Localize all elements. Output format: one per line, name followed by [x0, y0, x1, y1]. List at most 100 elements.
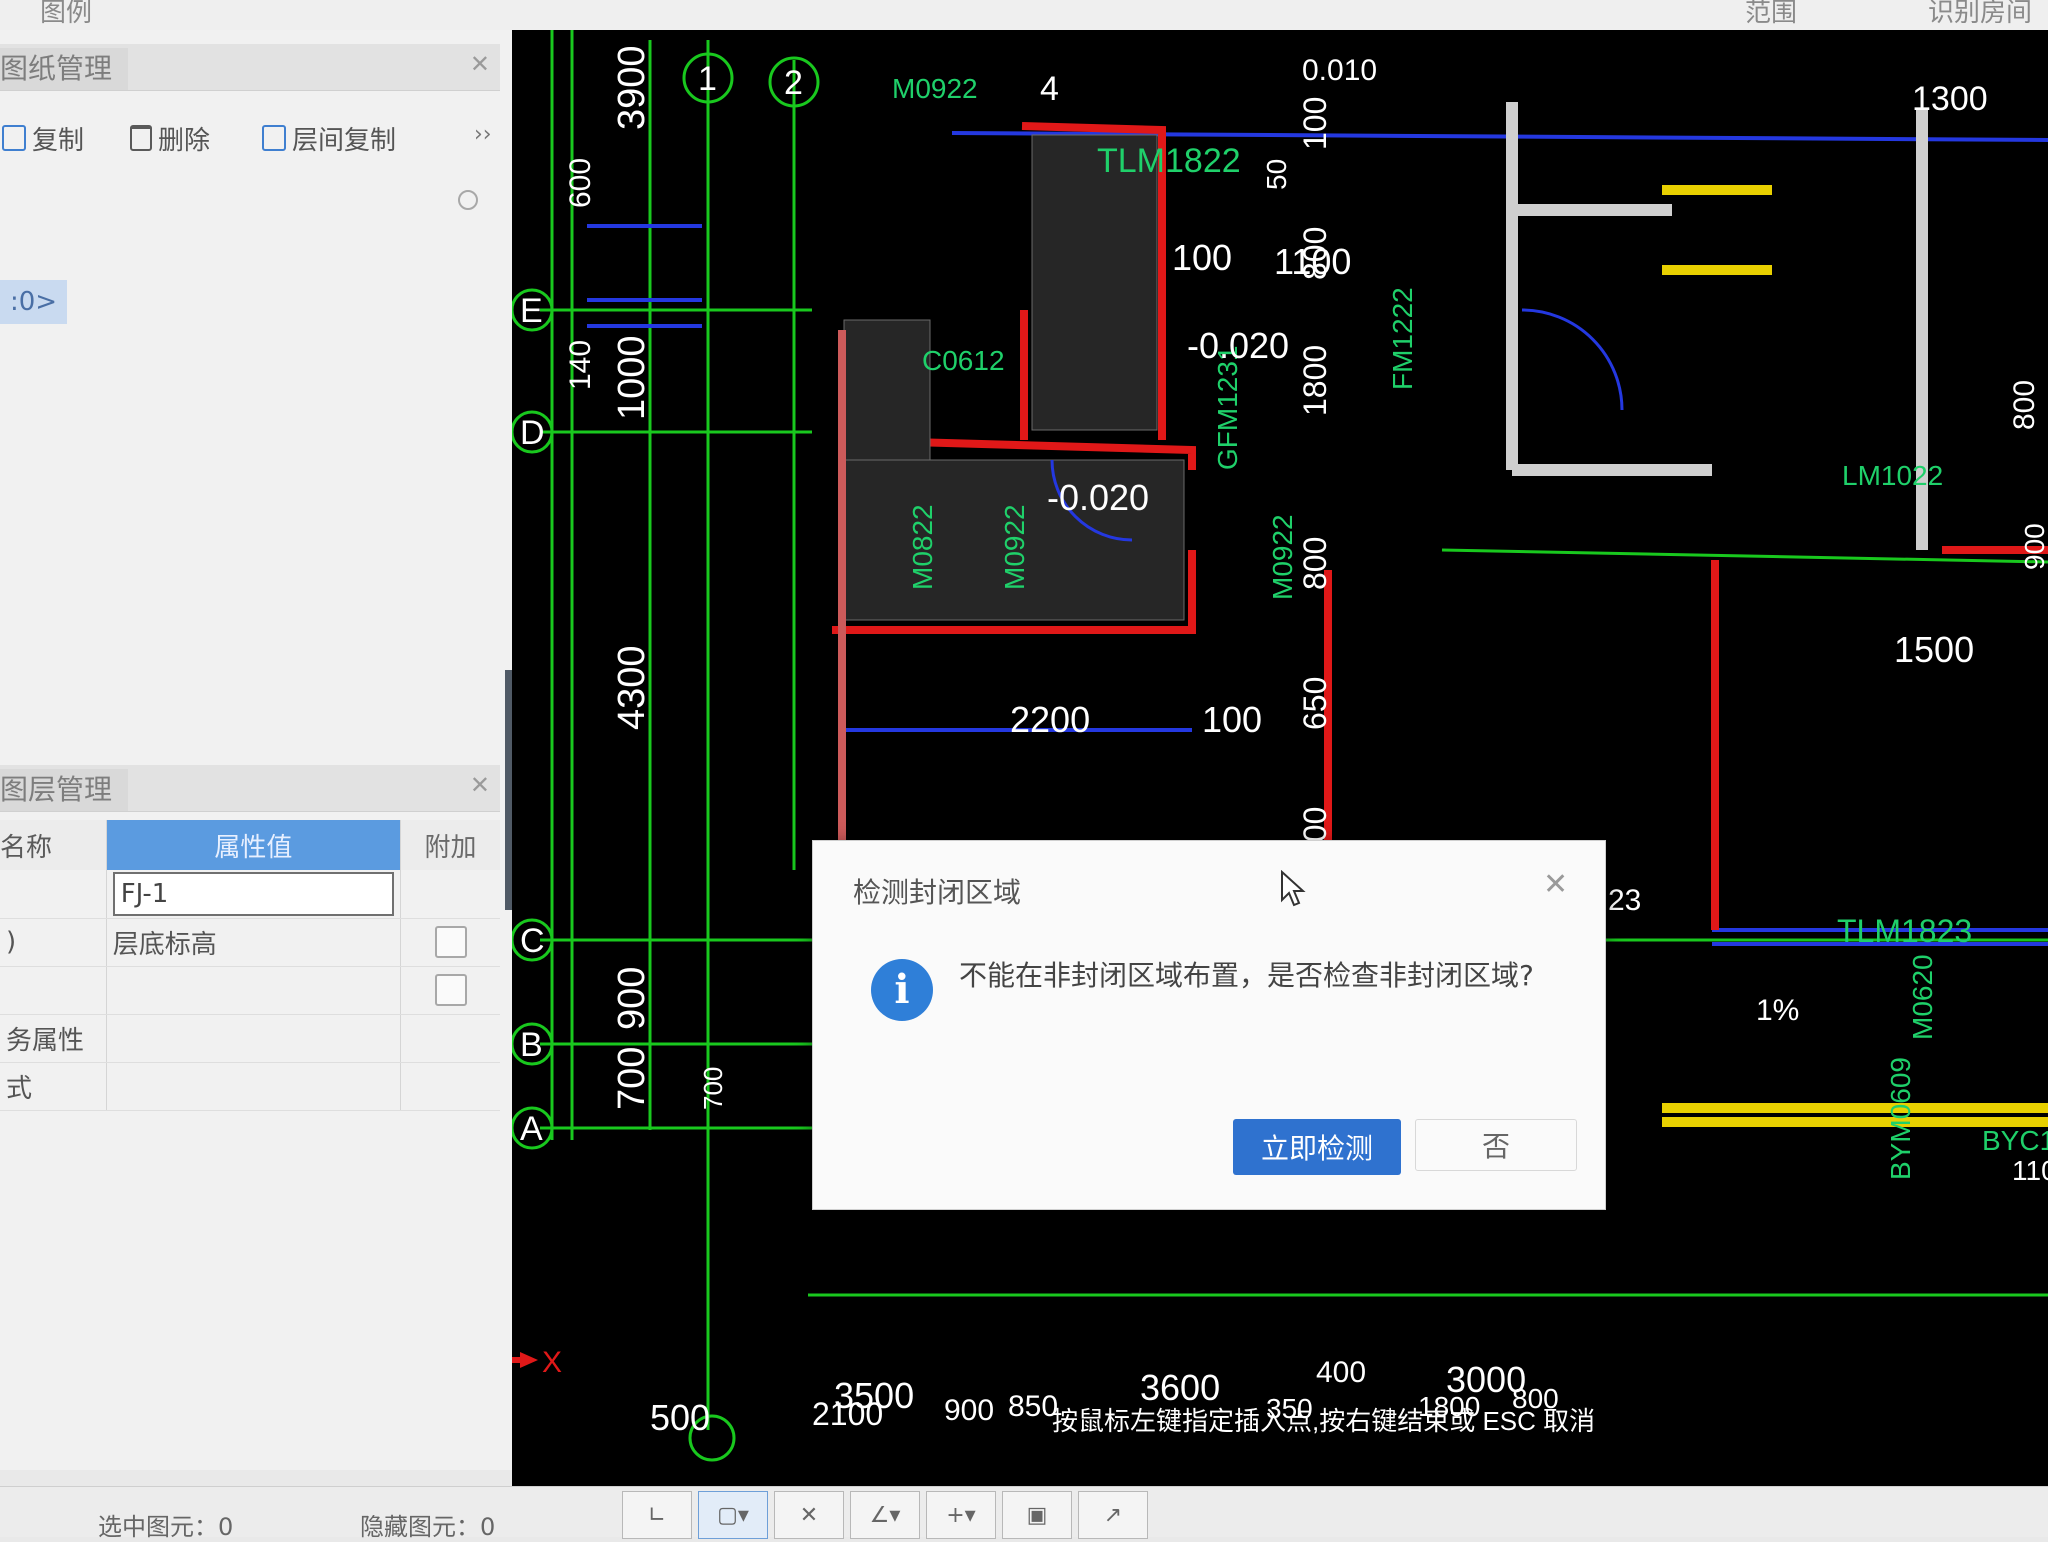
interfloor-copy-button[interactable]: 层间复制 [262, 118, 396, 158]
inner-dim: 800 [1297, 537, 1333, 590]
value-input[interactable]: FJ-1 [112, 871, 395, 916]
axis-label-4: 4 [1040, 70, 1059, 108]
close-icon[interactable]: ✕ [470, 50, 490, 78]
drawing-panel-header: 图纸管理 ✕ [0, 44, 500, 91]
row-name: 务属性 [0, 1014, 107, 1063]
door-label: FM1222 [1387, 287, 1418, 390]
dialog-title: 检测封闭区域 [853, 876, 1022, 909]
dim-900: 900 [611, 967, 653, 1030]
snap-toolbar: ∟ ▢▾ ✕ ∠▾ +▾ ▣ ↗ [622, 1491, 1148, 1539]
hidden-count: 隐藏图元：0 [360, 1513, 496, 1541]
row-value[interactable]: 层底标高 [105, 918, 401, 967]
extra-checkbox[interactable] [434, 974, 467, 1006]
curve-icon[interactable]: ↗ [1078, 1491, 1148, 1539]
hatched-room [843, 319, 931, 481]
dim-4300: 4300 [611, 645, 653, 730]
dim-bottom: 500 [650, 1397, 710, 1438]
angle-icon[interactable]: ∠▾ [850, 1491, 920, 1539]
row-name: ) [0, 918, 107, 967]
close-icon[interactable]: ✕ [470, 771, 490, 799]
search-input[interactable] [0, 184, 484, 222]
rect-select-icon[interactable]: ▢▾ [698, 1491, 768, 1539]
slope-label: 1% [1756, 994, 1799, 1027]
status-bar: 选中图元：0 隐藏图元：0 ∟ ▢▾ ✕ ∠▾ +▾ ▣ ↗ [0, 1486, 2048, 1541]
dim-bottom: 3600 [1140, 1367, 1220, 1408]
drawing-list-item[interactable]: :0> [0, 280, 68, 324]
inner-dim: 50 [1261, 159, 1292, 190]
cross-icon[interactable]: ✕ [774, 1491, 844, 1539]
door-label: BYM0609 [1885, 1057, 1916, 1180]
copy-layers-icon [262, 125, 286, 151]
axis-label-2: 2 [784, 64, 803, 102]
inner-dim: 800 [1297, 227, 1333, 280]
copy-button[interactable]: 复制 [2, 118, 84, 158]
more-icon[interactable]: ›› [474, 122, 492, 147]
inner-dim: 100 [1202, 699, 1262, 740]
detect-closed-region-dialog: 检测封闭区域 ✕ i 不能在非封闭区域布置，是否检查非封闭区域? 立即检测 否 [812, 840, 1606, 1210]
table-row: ) 层底标高 [0, 918, 500, 967]
column-header-extra: 附加 [400, 820, 500, 870]
top-strip-label: 图例 [40, 0, 93, 28]
dim-bottom: 850 [1008, 1390, 1058, 1423]
dim-600: 600 [564, 158, 597, 208]
delete-button[interactable]: 删除 [130, 118, 210, 158]
identify-room-tab[interactable]: 识别房间 [1928, 0, 2032, 29]
save-view-icon[interactable]: ▣ [1002, 1491, 1072, 1539]
trash-icon [130, 125, 152, 151]
row-name [0, 870, 107, 919]
inner-dim: 1500 [1894, 629, 1974, 670]
interfloor-copy-label: 层间复制 [292, 125, 397, 156]
dim-3900: 3900 [611, 45, 653, 130]
inner-dim: 1300 [1912, 80, 1988, 118]
inner-dim: 100 [1297, 97, 1333, 150]
table-header-row: 名称 属性值 附加 [0, 820, 500, 870]
copy-icon [2, 125, 26, 151]
dim-bottom: 900 [944, 1394, 994, 1427]
search-icon[interactable] [458, 190, 478, 210]
top-toolbar-strip: 图例 范围 识别房间 [0, 0, 2048, 31]
elevation-label: 0.010 [1302, 54, 1377, 87]
elevation-label: -0.020 [1047, 477, 1149, 518]
door-label: M0922 [999, 504, 1030, 590]
inner-dim: 650 [1297, 677, 1333, 730]
cad-canvas[interactable]: E D C B A 1 2 4 3900 600 1000 140 4300 9… [512, 30, 2048, 1486]
row-value[interactable] [105, 1062, 401, 1111]
layer-management-tab[interactable]: 图层管理 [0, 769, 129, 811]
snap-point-icon[interactable]: +▾ [926, 1491, 996, 1539]
search-row [0, 180, 500, 226]
door-label: LM1022 [1842, 460, 1943, 491]
table-row: 式 [0, 1062, 500, 1111]
table-row: FJ-1 [0, 870, 500, 919]
drawing-management-tab[interactable]: 图纸管理 [0, 48, 129, 90]
range-tab[interactable]: 范围 [1745, 0, 1797, 29]
axis-label-d: D [520, 414, 545, 452]
panel-splitter[interactable] [505, 670, 512, 910]
elevation-label: -0.020 [1187, 325, 1289, 366]
command-hint: 按鼠标左键指定插入点,按右键结束或 ESC 取消 [1052, 1406, 1595, 1436]
dialog-message: 不能在非封闭区域布置，是否检查非封闭区域? [959, 959, 1534, 992]
row-name: 式 [0, 1062, 107, 1111]
ucs-axis-icon: Y X [512, 1346, 562, 1379]
table-row: 务属性 [0, 1014, 500, 1063]
door-arc [1521, 308, 1624, 411]
dim-bottom: 400 [1316, 1356, 1366, 1389]
extra-checkbox[interactable] [434, 926, 467, 958]
detect-now-button[interactable]: 立即检测 [1233, 1119, 1401, 1175]
inner-dim: 900 [2019, 523, 2048, 570]
inner-dim: 100 [1172, 237, 1232, 278]
delete-label: 删除 [158, 125, 211, 156]
left-side-panel: 图纸管理 ✕ 复制 删除 层间复制 ›› :0> 图层管理 ✕ 名称 属性值 附… [0, 30, 512, 1470]
ortho-icon[interactable]: ∟ [622, 1491, 692, 1539]
no-button[interactable]: 否 [1415, 1119, 1577, 1171]
mouse-cursor-icon [1281, 870, 1306, 907]
copy-label: 复制 [32, 125, 85, 156]
row-value[interactable] [105, 1014, 401, 1063]
column-header-name: 名称 [0, 820, 107, 870]
inner-dim: 800 [2008, 380, 2041, 430]
property-table: 名称 属性值 附加 FJ-1 ) 层底标高 务属性 式 [0, 820, 500, 1111]
axis-label-b: B [520, 1026, 543, 1064]
row-value[interactable] [105, 966, 401, 1015]
close-icon[interactable]: ✕ [1543, 867, 1568, 902]
info-icon: i [871, 959, 933, 1021]
column-header-value: 属性值 [105, 820, 401, 870]
